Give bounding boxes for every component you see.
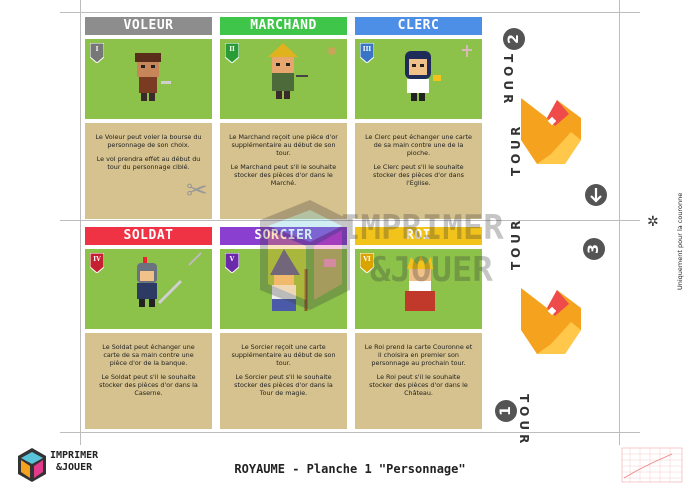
- card-rule-2: Le Sorcier peut s'il le souhaite stocker…: [234, 373, 333, 397]
- card-art: [85, 249, 212, 329]
- card-title: MARCHAND: [220, 17, 347, 35]
- cut-line-right: [619, 0, 620, 445]
- thief-figure-icon: [135, 53, 171, 101]
- card-description: Le Sorcier reçoit une carte supplémentai…: [220, 333, 347, 429]
- rank-numeral: I: [95, 46, 99, 53]
- card-rule-1: Le Roi prend la carte Couronne et il cho…: [364, 343, 473, 367]
- rank-numeral: II: [229, 46, 235, 53]
- card-title: VOLEUR: [85, 17, 212, 35]
- card-description: Le Roi prend la carte Couronne et il cho…: [355, 333, 482, 429]
- card-rule-2: Le Clerc peut s'il le souhaite stocker d…: [373, 163, 464, 187]
- cut-line-bottom: [60, 432, 640, 433]
- logo-text-1: IMPRIMER: [50, 450, 99, 461]
- card-description: Le Soldat peut échanger une carte de sa …: [85, 333, 212, 429]
- card-rule-2: Le vol prendra effet au début du tour du…: [96, 155, 201, 171]
- side-note: Uniquement pour la couronne: [676, 192, 684, 290]
- cut-line-left: [80, 0, 81, 445]
- rank-badge: I: [89, 42, 105, 64]
- watermark-text-2: &JOUER: [370, 250, 493, 290]
- cleric-figure-icon: [405, 45, 472, 101]
- scissors-icon: ✂: [186, 176, 208, 206]
- fold-star-icon: ✲: [647, 214, 659, 230]
- card-rule-1: Le Sorcier reçoit une carte supplémentai…: [231, 343, 336, 367]
- turn-number-badge-bottom: 1: [495, 400, 517, 422]
- watermark-logo: IMPRIMER &JOUER: [220, 190, 520, 320]
- card-rule-1: Le Soldat peut échanger une carte de sa …: [102, 343, 195, 367]
- card-art: [355, 39, 482, 119]
- card-art: [220, 39, 347, 119]
- rank-badge: III: [359, 42, 375, 64]
- step-graph-icon: [621, 447, 683, 483]
- soldier-figure-icon: [137, 252, 202, 307]
- merchant-figure-icon: [268, 43, 336, 99]
- card-rule-1: Le Marchand reçoit une pièce d'or supplé…: [229, 133, 338, 157]
- card-rule-1: Le Voleur peut voler la bourse du person…: [95, 133, 202, 149]
- card-rule-2: Le Roi peut s'il le souhaite stocker des…: [369, 373, 468, 397]
- card-title: SOLDAT: [85, 227, 212, 245]
- card-soldat: SOLDAT IV Le Soldat peut échanger une ca…: [85, 227, 212, 429]
- card-rule-1: Le Clerc peut échanger une carte de sa m…: [365, 133, 472, 157]
- card-rule-2: Le Marchand peut s'il le souhaite stocke…: [230, 163, 337, 187]
- cut-line-top: [60, 12, 640, 13]
- arrow-down-icon: [585, 184, 607, 206]
- card-title: CLERC: [355, 17, 482, 35]
- rank-badge: II: [224, 42, 240, 64]
- turn-label-bottom: TOUR: [509, 122, 523, 176]
- card-rule-2: Le Soldat peut s'il le souhaite stocker …: [99, 373, 198, 397]
- card-art: [85, 39, 212, 119]
- rank-badge: IV: [89, 252, 105, 274]
- watermark-text-1: IMPRIMER: [340, 208, 504, 248]
- sheet-title: ROYAUME - Planche 1 "Personnage": [234, 462, 466, 476]
- card-marchand: MARCHAND II Le Marchand reçoit une pièce…: [220, 17, 347, 219]
- card-clerc: CLERC III Le Clerc peut échanger une car…: [355, 17, 482, 219]
- rank-numeral: IV: [93, 256, 101, 263]
- rank-numeral: III: [362, 46, 372, 53]
- turn-label-bottom: TOUR: [517, 394, 531, 448]
